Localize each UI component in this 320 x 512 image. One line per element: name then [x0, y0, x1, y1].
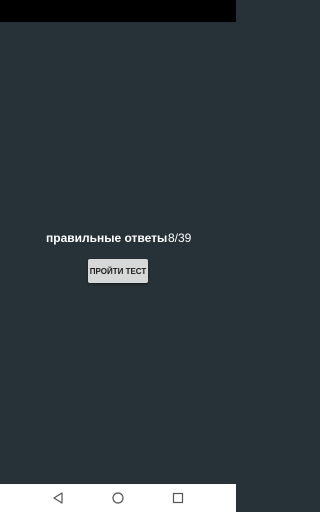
correct-answers-score: 8/39 [168, 231, 192, 245]
navigation-bar [0, 484, 236, 512]
home-icon[interactable] [111, 491, 125, 505]
status-bar [0, 0, 236, 22]
back-icon[interactable] [51, 491, 65, 505]
main-screen [0, 22, 236, 484]
take-test-button[interactable]: ПРОЙТИ ТЕСТ [88, 259, 148, 283]
result-row: правильные ответы 8/39 [0, 230, 236, 248]
recents-icon[interactable] [171, 491, 185, 505]
correct-answers-label: правильные ответы [46, 231, 168, 245]
